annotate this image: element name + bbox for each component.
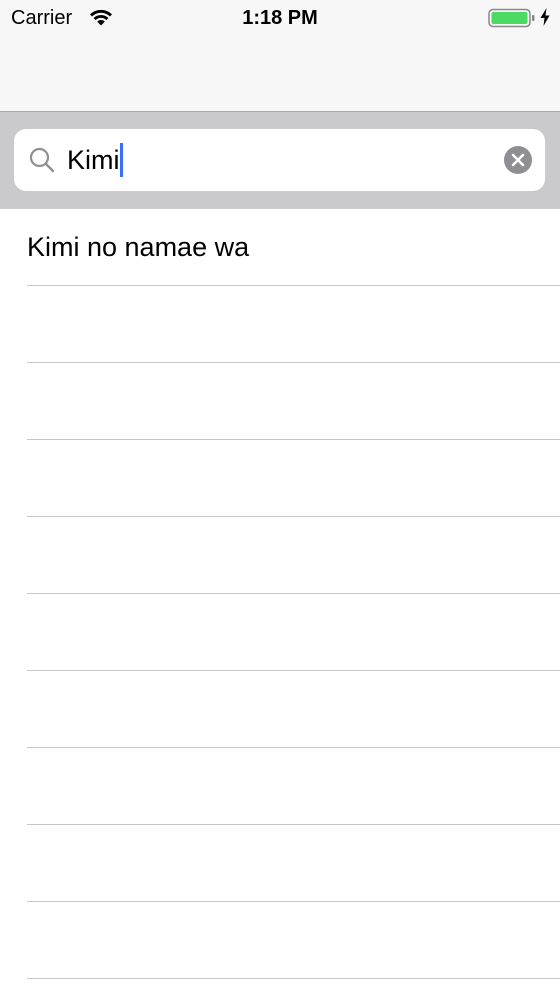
clock: 1:18 PM: [242, 7, 318, 29]
empty-row: [0, 440, 560, 517]
search-input[interactable]: Kimi: [67, 129, 123, 191]
empty-row: [0, 671, 560, 748]
search-input-value: Kimi: [67, 145, 120, 175]
empty-row: [0, 517, 560, 594]
search-bar: Kimi: [0, 112, 560, 209]
row-separator: [27, 978, 560, 979]
battery-icon: [488, 8, 535, 28]
text-caret: [119, 142, 123, 177]
app-screen: Carrier 1:18 PM Kimi Kimi no namae wa: [0, 0, 560, 988]
status-bar: Carrier 1:18 PM: [0, 0, 560, 36]
empty-row: [0, 286, 560, 363]
clear-search-icon[interactable]: [504, 146, 532, 174]
search-field[interactable]: Kimi: [14, 129, 545, 191]
empty-row: [0, 363, 560, 440]
empty-row: [0, 825, 560, 902]
result-row-label: Kimi no namae wa: [27, 232, 250, 262]
search-icon: [29, 147, 55, 173]
navigation-area: Carrier 1:18 PM: [0, 0, 560, 112]
empty-row: [0, 748, 560, 825]
result-row[interactable]: Kimi no namae wa: [0, 209, 560, 286]
results-table: Kimi no namae wa: [0, 209, 560, 988]
empty-row: [0, 594, 560, 671]
charging-bolt-icon: [540, 8, 550, 26]
empty-row: [0, 902, 560, 979]
